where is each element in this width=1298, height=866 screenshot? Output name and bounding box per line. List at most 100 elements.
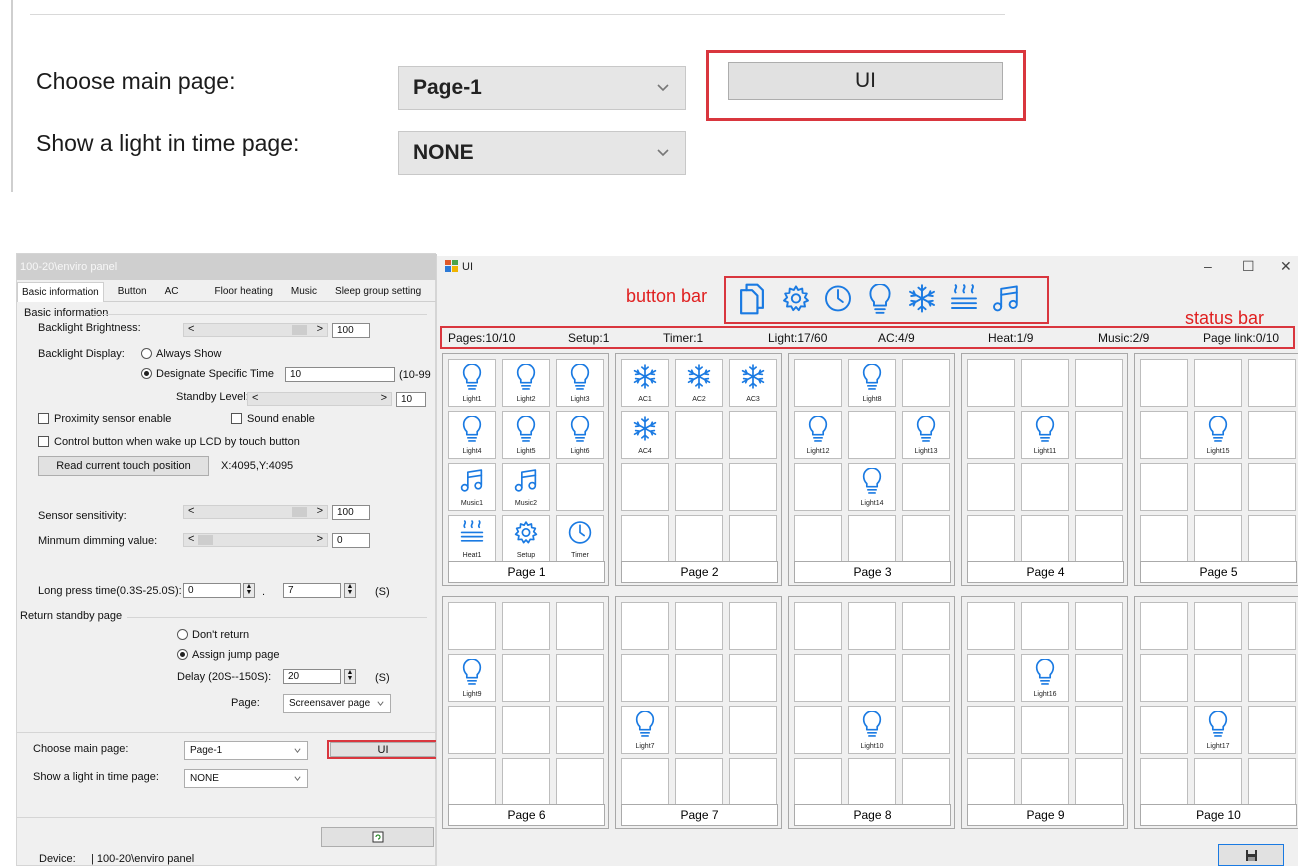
empty-cell[interactable] <box>1021 359 1069 407</box>
empty-cell[interactable] <box>848 654 896 702</box>
empty-cell[interactable] <box>675 706 723 754</box>
button-cell-ac1[interactable]: AC1 <box>621 359 669 407</box>
slider-thumb[interactable] <box>292 325 307 335</box>
empty-cell[interactable] <box>1248 515 1296 563</box>
read-touch-button[interactable]: Read current touch position <box>38 456 209 476</box>
button-cell-timer[interactable]: Timer <box>556 515 604 563</box>
empty-cell[interactable] <box>556 706 604 754</box>
empty-cell[interactable] <box>1140 411 1188 459</box>
empty-cell[interactable] <box>448 758 496 806</box>
empty-cell[interactable] <box>1021 602 1069 650</box>
designate-time-radio[interactable]: Designate Specific Time <box>141 368 274 380</box>
always-show-radio[interactable]: Always Show <box>141 348 221 360</box>
empty-cell[interactable] <box>794 515 842 563</box>
button-cell-light12[interactable]: Light12 <box>794 411 842 459</box>
empty-cell[interactable] <box>502 706 550 754</box>
empty-cell[interactable] <box>556 758 604 806</box>
save-button[interactable] <box>1218 844 1284 866</box>
button-cell-light13[interactable]: Light13 <box>902 411 950 459</box>
empty-cell[interactable] <box>967 359 1015 407</box>
empty-cell[interactable] <box>902 463 950 511</box>
empty-cell[interactable] <box>1140 515 1188 563</box>
empty-cell[interactable] <box>729 706 777 754</box>
sensor-sensitivity-slider[interactable]: < > <box>183 505 328 519</box>
empty-cell[interactable] <box>1075 411 1123 459</box>
control-button-checkbox[interactable]: Control button when wake up LCD by touch… <box>38 436 300 448</box>
refresh-button[interactable] <box>321 827 434 847</box>
min-dimming-slider[interactable]: < > <box>183 533 328 547</box>
snowflake-icon[interactable] <box>907 283 937 319</box>
empty-cell[interactable] <box>794 654 842 702</box>
button-cell-light3[interactable]: Light3 <box>556 359 604 407</box>
button-cell-light15[interactable]: Light15 <box>1194 411 1242 459</box>
sound-checkbox[interactable]: Sound enable <box>231 413 315 425</box>
button-cell-light17[interactable]: Light17 <box>1194 706 1242 754</box>
button-cell-light7[interactable]: Light7 <box>621 706 669 754</box>
empty-cell[interactable] <box>1194 654 1242 702</box>
empty-cell[interactable] <box>675 411 723 459</box>
tab-floor-heating[interactable]: Floor heating <box>211 282 277 302</box>
button-cell-light11[interactable]: Light11 <box>1021 411 1069 459</box>
empty-cell[interactable] <box>1140 602 1188 650</box>
main-page-select[interactable]: Page-1 <box>184 741 308 760</box>
empty-cell[interactable] <box>1021 758 1069 806</box>
empty-cell[interactable] <box>1075 654 1123 702</box>
empty-cell[interactable] <box>729 758 777 806</box>
page-label[interactable]: Page 3 <box>794 561 951 583</box>
button-cell-music2[interactable]: Music2 <box>502 463 550 511</box>
empty-cell[interactable] <box>729 515 777 563</box>
empty-cell[interactable] <box>729 602 777 650</box>
empty-cell[interactable] <box>1140 706 1188 754</box>
assign-jump-radio[interactable]: Assign jump page <box>177 649 279 661</box>
empty-cell[interactable] <box>1075 359 1123 407</box>
light-time-page-select[interactable]: NONE <box>184 769 308 788</box>
long-press-int-field[interactable]: 0 <box>183 583 241 598</box>
button-cell-ac4[interactable]: AC4 <box>621 411 669 459</box>
empty-cell[interactable] <box>1194 463 1242 511</box>
button-cell-ac3[interactable]: AC3 <box>729 359 777 407</box>
empty-cell[interactable] <box>1021 515 1069 563</box>
page-label[interactable]: Page 1 <box>448 561 605 583</box>
empty-cell[interactable] <box>967 411 1015 459</box>
page-label[interactable]: Page 4 <box>967 561 1124 583</box>
empty-cell[interactable] <box>848 602 896 650</box>
heat-icon[interactable] <box>949 283 979 319</box>
empty-cell[interactable] <box>675 463 723 511</box>
pages-icon[interactable] <box>735 282 769 321</box>
empty-cell[interactable] <box>729 654 777 702</box>
button-cell-light16[interactable]: Light16 <box>1021 654 1069 702</box>
button-cell-heat1[interactable]: Heat1 <box>448 515 496 563</box>
maximize-button[interactable]: ☐ <box>1242 258 1255 275</box>
empty-cell[interactable] <box>1075 706 1123 754</box>
tab-button[interactable]: Button <box>114 282 151 302</box>
empty-cell[interactable] <box>1075 758 1123 806</box>
empty-cell[interactable] <box>1248 411 1296 459</box>
backlight-value-field[interactable]: 100 <box>332 323 370 338</box>
slider-thumb[interactable] <box>292 507 307 517</box>
empty-cell[interactable] <box>967 758 1015 806</box>
empty-cell[interactable] <box>1075 515 1123 563</box>
spin-buttons[interactable]: ▲ ▼ <box>243 583 255 598</box>
empty-cell[interactable] <box>967 654 1015 702</box>
empty-cell[interactable] <box>1194 602 1242 650</box>
button-cell-light8[interactable]: Light8 <box>848 359 896 407</box>
spin-buttons[interactable]: ▲ ▼ <box>344 583 356 598</box>
empty-cell[interactable] <box>675 515 723 563</box>
slider-thumb[interactable] <box>198 535 213 545</box>
empty-cell[interactable] <box>1248 359 1296 407</box>
close-button[interactable]: ✕ <box>1280 258 1292 275</box>
empty-cell[interactable] <box>902 602 950 650</box>
button-cell-light9[interactable]: Light9 <box>448 654 496 702</box>
empty-cell[interactable] <box>1140 758 1188 806</box>
empty-cell[interactable] <box>794 706 842 754</box>
ui-button[interactable]: UI <box>728 62 1003 100</box>
button-cell-light2[interactable]: Light2 <box>502 359 550 407</box>
empty-cell[interactable] <box>556 463 604 511</box>
empty-cell[interactable] <box>448 706 496 754</box>
empty-cell[interactable] <box>794 463 842 511</box>
empty-cell[interactable] <box>1248 706 1296 754</box>
main-page-select[interactable]: Page-1 <box>398 66 686 110</box>
button-cell-light6[interactable]: Light6 <box>556 411 604 459</box>
empty-cell[interactable] <box>621 654 669 702</box>
tab-sleep-group[interactable]: Sleep group setting <box>331 282 425 302</box>
